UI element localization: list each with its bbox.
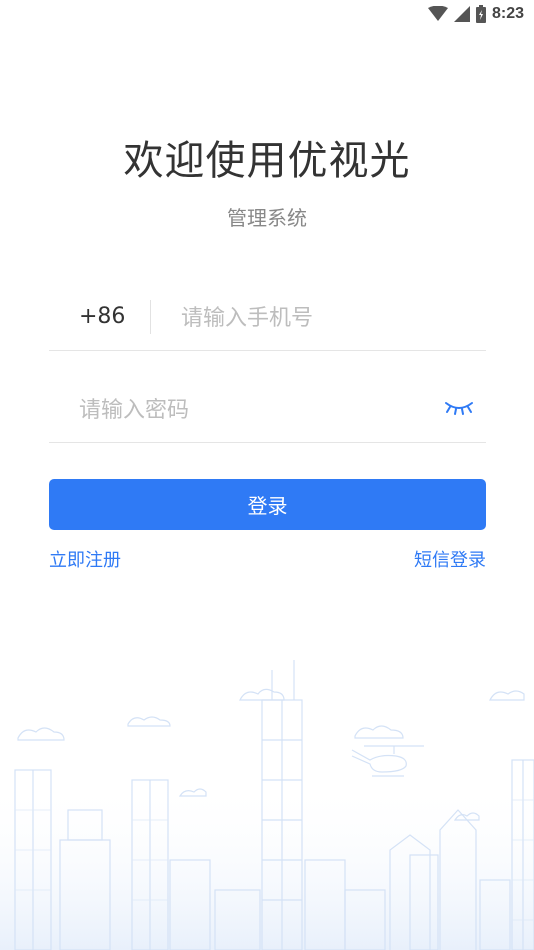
phone-input[interactable] (181, 301, 481, 335)
city-skyline-illustration (0, 660, 534, 950)
phone-field: +86 (49, 298, 486, 351)
status-time: 8:23 (491, 5, 524, 22)
sms-login-link[interactable]: 短信登录 (414, 546, 486, 572)
signal-icon (453, 6, 470, 22)
register-link[interactable]: 立即注册 (49, 546, 121, 572)
status-icons: 8:23 (427, 4, 524, 24)
status-bar: 8:23 (0, 0, 534, 28)
password-input[interactable] (79, 393, 429, 427)
eye-closed-icon[interactable] (444, 400, 474, 416)
country-code[interactable]: +86 (79, 304, 125, 329)
page-title: 欢迎使用优视光 (123, 138, 411, 184)
page-subtitle: 管理系统 (227, 206, 307, 230)
login-button[interactable]: 登录 (49, 479, 486, 530)
password-field (49, 390, 486, 443)
battery-icon (475, 5, 486, 23)
field-divider (150, 300, 151, 334)
wifi-icon (427, 6, 448, 21)
